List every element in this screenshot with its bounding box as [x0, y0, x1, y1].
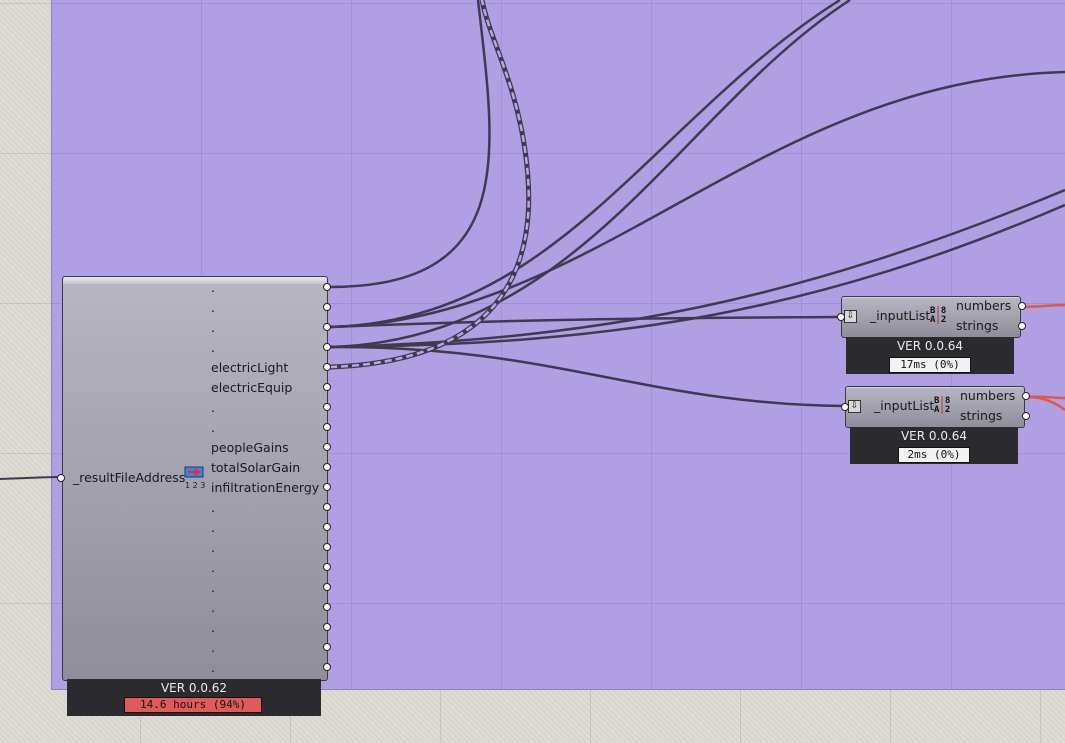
timer-badge: 17ms (0%): [889, 357, 971, 373]
output-numbers: numbers: [956, 298, 1012, 313]
text-number-icon: B|8 A|2: [934, 396, 951, 415]
output-port[interactable]: [323, 623, 331, 631]
wire-3: [329, 0, 851, 349]
output-strings: strings: [960, 408, 1003, 423]
version-label: VER 0.0.64: [900, 429, 968, 443]
output-port[interactable]: [323, 483, 331, 491]
output-port[interactable]: [323, 283, 331, 291]
wire-out-1: [1021, 303, 1065, 309]
output-port[interactable]: [323, 303, 331, 311]
output-port[interactable]: [323, 343, 331, 351]
input-label: _resultFileAddress: [73, 470, 186, 485]
output-port[interactable]: [323, 543, 331, 551]
output-label: .: [211, 640, 215, 655]
output-port[interactable]: [323, 583, 331, 591]
wire-4: [329, 70, 1065, 329]
output-port[interactable]: [323, 383, 331, 391]
output-numbers: numbers: [960, 388, 1016, 403]
input-port[interactable]: [841, 403, 849, 411]
output-port[interactable]: [323, 503, 331, 511]
list-123-icon: 1 2 3: [184, 466, 206, 490]
timer-badge: 2ms (0%): [898, 447, 970, 463]
output-port-strings[interactable]: [1018, 322, 1026, 330]
output-port[interactable]: [323, 603, 331, 611]
output-port[interactable]: [323, 463, 331, 471]
input-list-component-2[interactable]: ⇩ _inputList B|8 A|2 numbers strings: [845, 386, 1025, 428]
main-footer: VER 0.0.62 14.6 hours (94%): [67, 679, 321, 716]
component-header: [63, 277, 327, 284]
version-label: VER 0.0.64: [896, 339, 964, 353]
output-port-numbers[interactable]: [1018, 302, 1026, 310]
output-label: .: [211, 300, 215, 315]
output-port-strings[interactable]: [1022, 412, 1030, 420]
input-list-component-1[interactable]: ⇩ _inputList B|8 A|2 numbers strings: [841, 296, 1021, 338]
timer-badge: 14.6 hours (94%): [124, 697, 262, 713]
output-port[interactable]: [323, 323, 331, 331]
output-port[interactable]: [323, 403, 331, 411]
input-list-label: _inputList: [874, 398, 935, 413]
input-list-footer-2: VER 0.0.64 2ms (0%): [850, 427, 1018, 464]
output-port[interactable]: [323, 663, 331, 671]
output-port[interactable]: [323, 523, 331, 531]
output-label: electricEquip: [211, 380, 293, 395]
input-list-label: _inputList: [870, 308, 931, 323]
output-label: electricLight: [211, 360, 289, 375]
wire-input: [0, 476, 61, 480]
input-list-footer-1: VER 0.0.64 17ms (0%): [846, 337, 1014, 374]
output-label: .: [211, 620, 215, 635]
output-label: .: [211, 280, 215, 295]
output-label: .: [211, 500, 215, 515]
svg-text:1 2 3: 1 2 3: [185, 481, 205, 490]
output-port[interactable]: [323, 643, 331, 651]
output-label: totalSolarGain: [211, 460, 301, 475]
output-label: .: [211, 660, 215, 675]
text-number-icon: B|8 A|2: [930, 306, 947, 325]
output-label: .: [211, 520, 215, 535]
expand-toggle-icon[interactable]: ⇩: [844, 310, 857, 323]
output-label: .: [211, 400, 215, 415]
output-label: .: [211, 540, 215, 555]
output-label: .: [211, 580, 215, 595]
output-label: .: [211, 340, 215, 355]
result-reader-component[interactable]: _resultFileAddress 1 2 3 .... electricLig…: [62, 276, 328, 681]
output-label: .: [211, 320, 215, 335]
output-strings: strings: [956, 318, 999, 333]
output-port[interactable]: [323, 363, 331, 371]
output-port[interactable]: [323, 563, 331, 571]
input-port[interactable]: [57, 474, 65, 482]
expand-toggle-icon[interactable]: ⇩: [848, 400, 861, 413]
output-label: .: [211, 600, 215, 615]
wire-dashed-inner: [329, 0, 530, 369]
output-label: peopleGains: [211, 440, 289, 455]
wire-1: [329, 0, 491, 289]
output-label: .: [211, 420, 215, 435]
output-port-numbers[interactable]: [1022, 392, 1030, 400]
output-label: .: [211, 560, 215, 575]
output-port[interactable]: [323, 423, 331, 431]
version-label: VER 0.0.62: [160, 681, 228, 695]
output-port[interactable]: [323, 443, 331, 451]
input-port[interactable]: [837, 313, 845, 321]
output-label: infiltrationEnergy: [211, 480, 320, 495]
wire-out-3: [1025, 395, 1065, 400]
